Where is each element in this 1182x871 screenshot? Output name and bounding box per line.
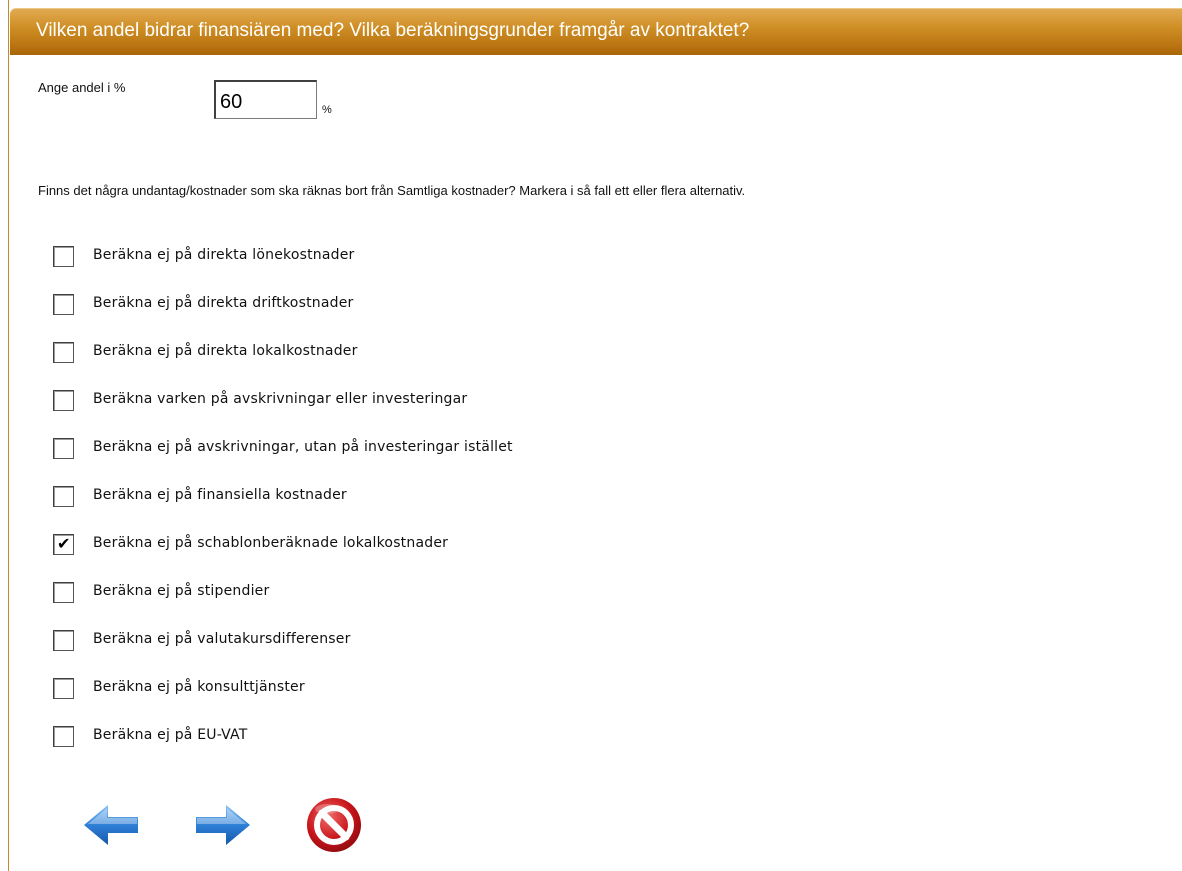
exclusion-option[interactable]: ✔ Beräkna ej på finansiella kostnader — [53, 485, 513, 533]
exclusion-option-label[interactable]: Beräkna ej på valutakursdifferenser — [93, 629, 351, 649]
exclusion-checkbox[interactable]: ✔ — [53, 390, 74, 411]
section-title: Vilken andel bidrar finansiären med? Vil… — [36, 20, 750, 41]
exclusion-option[interactable]: ✔ Beräkna ej på direkta lönekostnader — [53, 245, 513, 293]
exclusion-option[interactable]: ✔ Beräkna ej på konsulttjänster — [53, 677, 513, 725]
exclusion-checkbox[interactable]: ✔ — [53, 246, 74, 267]
exclusion-checkbox[interactable]: ✔ — [53, 294, 74, 315]
section-header: Vilken andel bidrar finansiären med? Vil… — [10, 8, 1182, 55]
cancel-icon — [307, 798, 361, 852]
arrow-right-icon — [196, 805, 250, 845]
exclusion-checkbox[interactable]: ✔ — [53, 486, 74, 507]
exclusion-checkbox[interactable]: ✔ — [53, 678, 74, 699]
cancel-button[interactable] — [302, 795, 366, 855]
share-unit: % — [322, 104, 332, 116]
exclusion-option-label[interactable]: Beräkna ej på EU-VAT — [93, 725, 247, 745]
exclusion-option[interactable]: ✔ Beräkna ej på direkta lokalkostnader — [53, 341, 513, 389]
exclusion-checkbox[interactable]: ✔ — [53, 534, 74, 555]
checkmark-icon: ✔ — [57, 534, 71, 553]
exclusion-option[interactable]: ✔ Beräkna ej på EU-VAT — [53, 725, 513, 773]
exclusion-option-label[interactable]: Beräkna ej på direkta lokalkostnader — [93, 341, 358, 361]
exclusion-option[interactable]: ✔ Beräkna ej på stipendier — [53, 581, 513, 629]
exclusion-checkbox[interactable]: ✔ — [53, 438, 74, 459]
share-label: Ange andel i % — [38, 80, 126, 95]
exclusion-option-label[interactable]: Beräkna ej på konsulttjänster — [93, 677, 305, 697]
exclusion-checkbox[interactable]: ✔ — [53, 342, 74, 363]
exclusion-option[interactable]: ✔ Beräkna ej på schablonberäknade lokalk… — [53, 533, 513, 581]
exclusion-option-label[interactable]: Beräkna ej på direkta driftkostnader — [93, 293, 353, 313]
exclusion-option[interactable]: ✔ Beräkna ej på direkta driftkostnader — [53, 293, 513, 341]
exclusion-option[interactable]: ✔ Beräkna varken på avskrivningar eller … — [53, 389, 513, 437]
exclusion-option-label[interactable]: Beräkna ej på stipendier — [93, 581, 269, 601]
exclusion-option-label[interactable]: Beräkna ej på avskrivningar, utan på inv… — [93, 437, 513, 457]
exclusion-option-label[interactable]: Beräkna ej på direkta lönekostnader — [93, 245, 355, 265]
exclusions-question: Finns det några undantag/kostnader som s… — [38, 183, 746, 198]
exclusion-checkbox[interactable]: ✔ — [53, 582, 74, 603]
back-button[interactable] — [80, 795, 144, 855]
exclusion-options: ✔ Beräkna ej på direkta lönekostnader ✔ … — [53, 245, 513, 773]
exclusion-checkbox[interactable]: ✔ — [53, 726, 74, 747]
exclusion-option-label[interactable]: Beräkna ej på finansiella kostnader — [93, 485, 347, 505]
exclusion-option[interactable]: ✔ Beräkna ej på valutakursdifferenser — [53, 629, 513, 677]
share-percent-input[interactable] — [214, 80, 317, 119]
exclusion-checkbox[interactable]: ✔ — [53, 630, 74, 651]
exclusion-option[interactable]: ✔ Beräkna ej på avskrivningar, utan på i… — [53, 437, 513, 485]
forward-button[interactable] — [190, 795, 254, 855]
arrow-left-icon — [84, 805, 138, 845]
exclusion-option-label[interactable]: Beräkna varken på avskrivningar eller in… — [93, 389, 467, 409]
exclusion-option-label[interactable]: Beräkna ej på schablonberäknade lokalkos… — [93, 533, 448, 553]
